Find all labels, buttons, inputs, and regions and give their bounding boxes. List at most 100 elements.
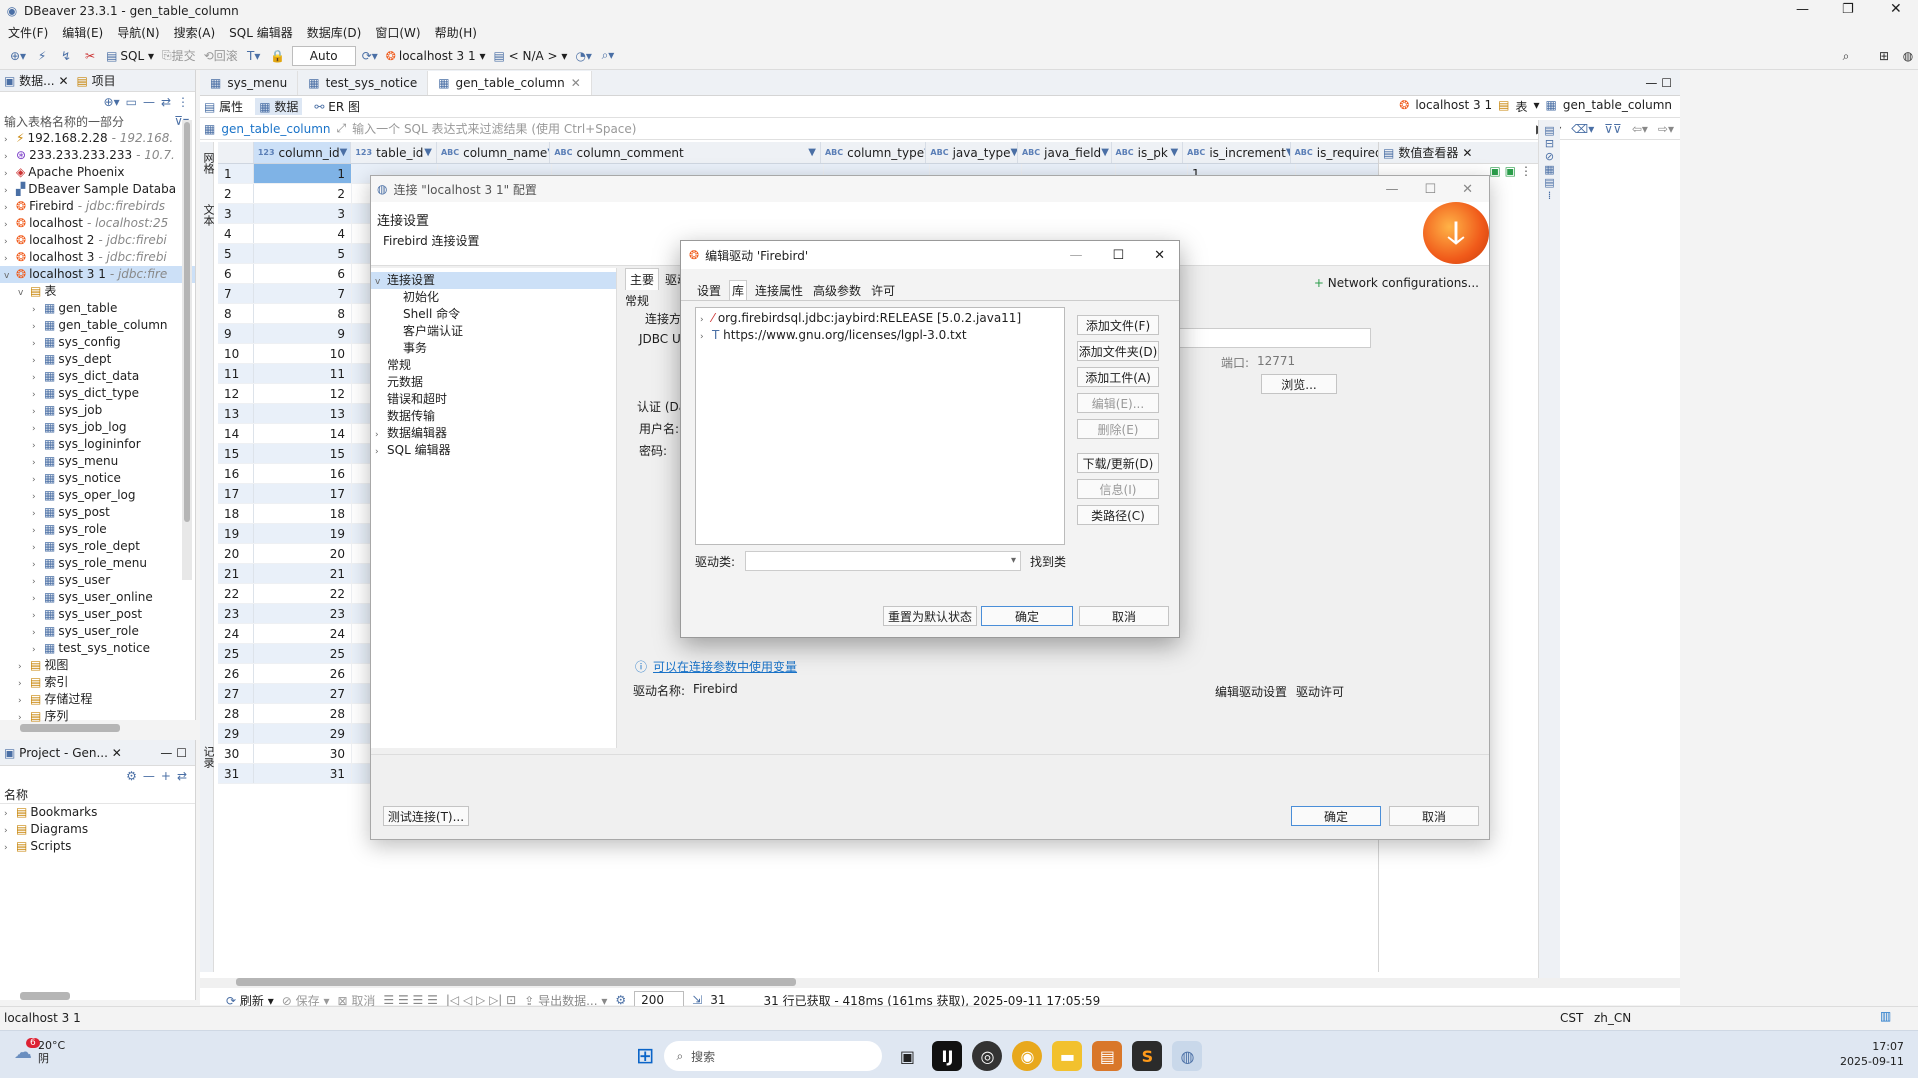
expand-icon[interactable]: › (18, 676, 30, 691)
menu-edit[interactable]: 编辑(E) (62, 24, 103, 41)
panel-icon[interactable]: ▦ (1539, 163, 1560, 176)
close-window-button[interactable]: ✕ (1890, 1, 1902, 17)
driver-class-select[interactable]: ▾ (745, 551, 1021, 571)
sql-editor-button[interactable]: ▤ SQL ▾ (104, 46, 156, 66)
expand-icon[interactable]: › (32, 387, 44, 402)
view-grid-button[interactable]: 网格 (200, 152, 216, 174)
view-record-button[interactable]: 记录 (200, 746, 216, 768)
navigator-h-scrollbar[interactable] (20, 724, 120, 732)
close-icon[interactable]: ✕ (1462, 146, 1472, 160)
row-number[interactable]: 28 (218, 704, 254, 723)
row-number[interactable]: 26 (218, 664, 254, 683)
driver-cancel-button[interactable]: 取消 (1079, 606, 1169, 626)
cell-column-id[interactable]: 31 (254, 764, 352, 783)
tab-project[interactable]: ▣ Project - Gen... ✕ (4, 746, 122, 760)
library-action-button[interactable]: 下载/更新(D) (1077, 453, 1159, 473)
invalidate-icon[interactable]: ↯ (56, 46, 76, 66)
dbeaver-taskbar-icon[interactable]: ◍ (1172, 1041, 1203, 1071)
library-action-button[interactable]: 信息(I) (1077, 479, 1159, 499)
file-explorer-icon[interactable]: ▬ (1052, 1041, 1083, 1071)
menu-sql-editor[interactable]: SQL 编辑器 (229, 24, 293, 41)
tab-main[interactable]: 主要 (625, 268, 660, 290)
conn-nav-item[interactable]: 客户端认证 (371, 323, 616, 340)
column-header[interactable]: ABCcolumn_name▼ (437, 142, 551, 163)
row-number[interactable]: 30 (218, 744, 254, 763)
expand-icon[interactable]: v (375, 274, 387, 289)
cell-column-id[interactable]: 5 (254, 244, 352, 263)
column-header[interactable]: ABC column_comment ▼ (550, 142, 821, 163)
conn-cancel-button[interactable]: 取消 (1389, 806, 1479, 826)
row-number[interactable]: 21 (218, 564, 254, 583)
row-number[interactable]: 13 (218, 404, 254, 423)
row-number[interactable]: 31 (218, 764, 254, 783)
column-header[interactable]: 123 column_id ▼ (253, 142, 352, 163)
expand-icon[interactable]: › (32, 455, 44, 470)
table-item[interactable]: › ▦ sys_role (0, 521, 195, 538)
menu-help[interactable]: 帮助(H) (435, 24, 477, 41)
tab-connection-properties[interactable]: 连接属性 (753, 281, 805, 300)
cell-column-id[interactable]: 26 (254, 664, 352, 683)
cell-column-id[interactable]: 12 (254, 384, 352, 403)
status-locale[interactable]: zh_CN (1594, 1011, 1631, 1025)
expand-icon[interactable]: › (4, 183, 16, 198)
cell-column-id[interactable]: 11 (254, 364, 352, 383)
row-number[interactable]: 18 (218, 504, 254, 523)
new-connection-icon[interactable]: ⊕▾ (104, 95, 120, 109)
row-number[interactable]: 10 (218, 344, 254, 363)
conn-nav-item[interactable]: › 数据编辑器 (371, 425, 616, 442)
panel-icon[interactable]: ▤ (1539, 124, 1560, 137)
filter-input[interactable]: 输入一个 SQL 表达式来过滤结果 (使用 Ctrl+Space) (352, 120, 1530, 137)
expand-icon[interactable]: v (4, 268, 16, 283)
link-icon[interactable]: ⇄ (161, 95, 171, 109)
sort-icon[interactable]: ▼ (340, 147, 348, 158)
table-item[interactable]: › ▦ gen_table (0, 300, 195, 317)
expand-icon[interactable]: › (32, 404, 44, 419)
connection-item[interactable]: › ❂ Firebird - jdbc:firebirds (0, 198, 195, 215)
expand-icon[interactable]: ⤢ (337, 121, 347, 136)
expand-icon[interactable]: › (32, 591, 44, 606)
table-item[interactable]: › ▦ sys_dict_type (0, 385, 195, 402)
project-minimize-icon[interactable]: — ☐ (160, 746, 195, 760)
row-number[interactable]: 20 (218, 544, 254, 563)
subtab-properties[interactable]: ▤ 属性 (204, 98, 243, 115)
expand-icon[interactable]: › (4, 234, 16, 249)
close-tab-icon[interactable]: ✕ (571, 76, 581, 90)
conn-nav-item[interactable]: v 连接设置 (371, 272, 616, 289)
table-item[interactable]: › ▦ sys_role_dept (0, 538, 195, 555)
navigator-filter[interactable]: 输入表格名称的一部分 ⊽▾ (0, 112, 195, 130)
expand-icon[interactable]: v (18, 285, 30, 300)
expand-icon[interactable]: › (32, 523, 44, 538)
cell-column-id[interactable]: 29 (254, 724, 352, 743)
edit-driver-button[interactable]: 编辑驱动设置 (1213, 681, 1289, 701)
cell-column-id[interactable]: 22 (254, 584, 352, 603)
library-action-button[interactable]: 编辑(E)... (1077, 393, 1159, 413)
close-icon[interactable]: ✕ (1462, 182, 1473, 197)
tab-settings[interactable]: 设置 (695, 281, 723, 300)
cell-column-id[interactable]: 9 (254, 324, 352, 343)
expand-icon[interactable]: › (18, 659, 30, 674)
status-timezone[interactable]: CST (1560, 1011, 1583, 1025)
expand-icon[interactable]: › (4, 217, 16, 232)
expand-icon[interactable]: › (4, 806, 16, 821)
row-number[interactable]: 27 (218, 684, 254, 703)
connection-item[interactable]: v ❂ localhost 3 1- jdbc:fire (0, 266, 195, 283)
table-item[interactable]: › ▦ sys_notice (0, 470, 195, 487)
row-number[interactable]: 17 (218, 484, 254, 503)
connection-item[interactable]: › ▞ DBeaver Sample Databa (0, 181, 195, 198)
tab-libraries[interactable]: 库 (729, 280, 748, 300)
expand-icon[interactable]: › (4, 840, 16, 855)
tab-sys-menu[interactable]: ▦ sys_menu (200, 70, 299, 95)
row-number[interactable]: 8 (218, 304, 254, 323)
global-search-icon[interactable]: ⌕ (1836, 46, 1856, 66)
expand-icon[interactable]: › (4, 251, 16, 266)
expand-icon[interactable]: › (4, 149, 16, 164)
dbeaver-perspective-icon[interactable]: ◍ (1898, 46, 1918, 66)
cell-column-id[interactable]: 14 (254, 424, 352, 443)
minimize-button[interactable]: — (1796, 2, 1809, 17)
maximize-icon[interactable]: ☐ (1112, 248, 1124, 263)
folder-item[interactable]: › ▤ 视图 (0, 657, 195, 674)
cell-column-id[interactable]: 16 (254, 464, 352, 483)
library-action-button[interactable]: 类路径(C) (1077, 505, 1159, 525)
tab-test-sys-notice[interactable]: ▦ test_sys_notice (298, 70, 429, 95)
cell-column-id[interactable]: 10 (254, 344, 352, 363)
